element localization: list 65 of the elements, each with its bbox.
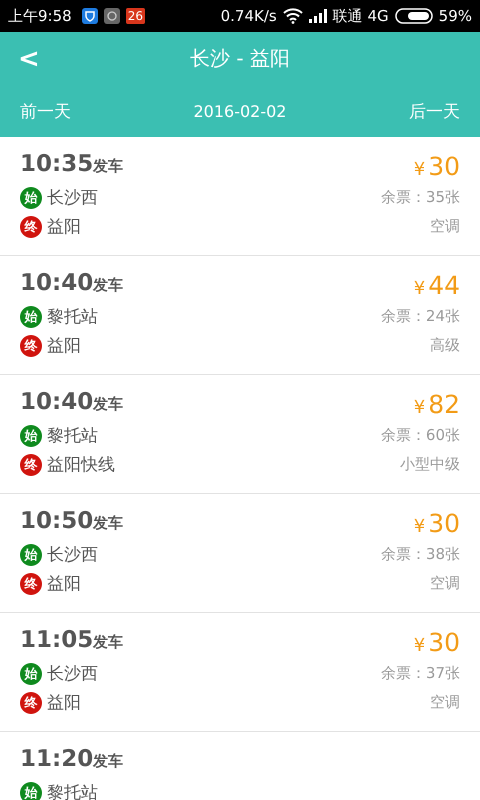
station-name: 黎托站 <box>47 306 98 328</box>
station-name: 益阳 <box>47 216 81 238</box>
ticket-price: ¥30 <box>414 151 460 183</box>
station-name: 长沙西 <box>47 663 98 685</box>
departure-time: 10:50 <box>20 508 94 534</box>
bus-type: 高级 <box>430 335 460 356</box>
station-name: 益阳 <box>47 335 81 357</box>
ticket-price: ¥44 <box>414 270 460 302</box>
departure-time: 11:20 <box>20 746 94 772</box>
stop-badge: 终 <box>20 334 42 356</box>
network-speed: 0.74K/s <box>220 7 277 25</box>
date-label: 2016-02-02 <box>194 102 286 120</box>
station-name: 益阳 <box>47 573 81 595</box>
shield-icon <box>82 8 98 24</box>
stop-badge: 始 <box>20 306 42 328</box>
trip-card[interactable]: 10:50发车 始 长沙西 终 益阳 ¥30 余票：38张 空调 <box>0 494 480 613</box>
tickets-remaining: 余票：37张 <box>380 663 460 684</box>
tickets-remaining: 余票：38张 <box>380 544 460 565</box>
bus-type: 空调 <box>430 573 460 594</box>
ticket-price: ¥30 <box>414 627 460 659</box>
ticket-price: ¥82 <box>414 389 460 421</box>
app-icon <box>104 8 120 24</box>
station-name: 黎托站 <box>47 425 98 447</box>
departure-label: 发车 <box>93 514 124 533</box>
departure-time: 10:40 <box>20 389 94 415</box>
trip-card[interactable]: 10:40发车 始 黎托站 终 益阳 ¥44 余票：24张 高级 <box>0 256 480 375</box>
departure-label: 发车 <box>93 395 124 414</box>
tickets-remaining: 余票：60张 <box>380 425 460 446</box>
bus-type: 空调 <box>430 216 460 237</box>
battery-percent: 59% <box>438 7 472 25</box>
tickets-remaining: 余票：24张 <box>380 306 460 327</box>
station-name: 长沙西 <box>47 544 98 566</box>
bus-type: 空调 <box>430 692 460 713</box>
signal-icon <box>308 9 327 23</box>
station-name: 长沙西 <box>47 187 98 209</box>
stop-badge: 始 <box>20 186 42 208</box>
stop-badge: 终 <box>20 216 42 238</box>
departure-label: 发车 <box>93 157 124 176</box>
departure-label: 发车 <box>93 752 124 771</box>
bus-type: 小型中级 <box>400 454 460 475</box>
departure-time: 10:35 <box>20 151 94 177</box>
stop-badge: 始 <box>20 424 42 446</box>
wifi-icon <box>282 8 303 24</box>
stop-badge: 终 <box>20 454 42 476</box>
stop-badge: 终 <box>20 692 42 714</box>
stop-badge: 始 <box>20 782 42 800</box>
departure-time: 11:05 <box>20 627 94 653</box>
departure-label: 发车 <box>93 276 124 295</box>
stop-badge: 始 <box>20 662 42 684</box>
carrier-label: 联通 4G <box>332 6 389 26</box>
stop-badge: 始 <box>20 544 42 566</box>
route-title: 长沙 - 益阳 <box>190 45 290 72</box>
trip-card[interactable]: 11:05发车 始 长沙西 终 益阳 ¥30 余票：37张 空调 <box>0 613 480 732</box>
ticket-price: ¥30 <box>414 508 460 540</box>
status-time: 上午9:58 <box>8 6 72 26</box>
battery-icon <box>394 8 433 24</box>
notification-badge: 26 <box>126 8 145 24</box>
departure-label: 发车 <box>93 633 124 652</box>
station-name: 益阳快线 <box>47 454 115 476</box>
departure-time: 10:40 <box>20 270 94 296</box>
trip-card[interactable]: 10:35发车 始 长沙西 终 益阳 ¥30 余票：35张 空调 <box>0 137 480 256</box>
station-name: 益阳 <box>47 692 81 714</box>
stop-badge: 终 <box>20 572 42 594</box>
tickets-remaining: 余票：35张 <box>380 187 460 208</box>
trip-card[interactable]: 10:40发车 始 黎托站 终 益阳快线 ¥82 余票：60张 小型中级 <box>0 375 480 494</box>
